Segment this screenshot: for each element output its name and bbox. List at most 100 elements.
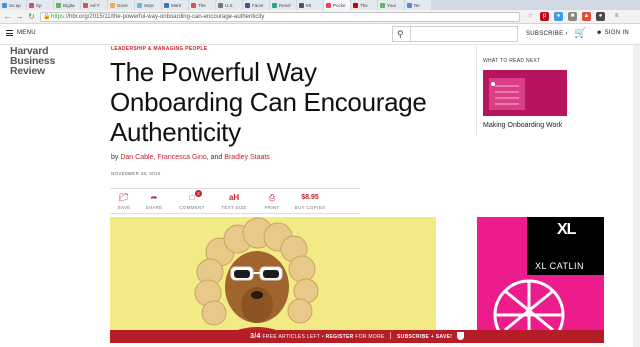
- tab-label: The: [198, 2, 206, 8]
- tab-label: Sp: [36, 2, 42, 8]
- for-more-label: FOR MORE: [355, 334, 385, 340]
- tab-favicon-icon: [245, 2, 250, 8]
- hamburger-icon: [6, 30, 13, 36]
- tab-favicon-icon: [137, 2, 142, 8]
- browser-tab[interactable]: The: [351, 0, 377, 10]
- browser-tab[interactable]: Gove: [108, 0, 134, 10]
- tab-label: U.S.: [225, 2, 234, 8]
- buy-copies-button[interactable]: $8.95 BUY COPIES: [292, 193, 328, 210]
- cart-icon[interactable]: 🛒: [574, 28, 586, 39]
- print-icon: ⎙: [268, 193, 276, 202]
- tab-label: Marit: [171, 2, 181, 8]
- browser-tab[interactable]: Mt: [297, 0, 323, 10]
- browser-tab[interactable]: Your: [378, 0, 404, 10]
- menu-button[interactable]: MENU: [6, 30, 36, 36]
- site-header: MENU ⚲ SUBSCRIBE › 🛒 ☻ SIGN IN: [0, 24, 640, 45]
- extension-icon[interactable]: ▲: [582, 12, 591, 21]
- tab-label: Facet: [252, 2, 264, 8]
- sign-in-link[interactable]: ☻ SIGN IN: [596, 30, 629, 36]
- browser-tab[interactable]: Marit: [162, 0, 188, 10]
- logo-line: Review: [10, 65, 45, 77]
- search-icon[interactable]: ⚲: [397, 29, 404, 40]
- reload-icon[interactable]: ↻: [27, 12, 36, 21]
- wheel-graphic: [493, 279, 565, 330]
- price: $8.95: [301, 194, 319, 201]
- text-size-label: TEXT SIZE: [221, 205, 247, 210]
- article-toolbar: 📁︎ SAVE ➦ SHARE □ 2 COMMENT aH TEXT SIZE…: [110, 188, 360, 214]
- tab-favicon-icon: [272, 2, 277, 8]
- related-article-thumbnail[interactable]: [483, 70, 567, 116]
- url-path: ://hbr.org/2015/11/the-powerful-way-onbo…: [64, 14, 265, 20]
- tab-favicon-icon: [2, 2, 7, 8]
- subscribe-link[interactable]: SUBSCRIBE ›: [526, 31, 568, 37]
- browser-tab[interactable]: Sepc: [135, 0, 161, 10]
- browser-tab[interactable]: Digita: [54, 0, 80, 10]
- sidebar-divider: [476, 46, 477, 136]
- browser-tab[interactable]: So ap: [0, 0, 26, 10]
- tab-favicon-icon: [191, 2, 196, 8]
- browser-tab[interactable]: U.S.: [216, 0, 242, 10]
- pinterest-icon[interactable]: p: [540, 12, 549, 21]
- browser-tab[interactable]: The: [189, 0, 215, 10]
- tab-label: Sepc: [144, 2, 155, 8]
- tab-favicon-icon: [299, 2, 304, 8]
- related-article-link[interactable]: Making Onboarding Work: [483, 122, 562, 129]
- tab-favicon-icon: [407, 2, 412, 8]
- forward-icon[interactable]: →: [15, 12, 24, 21]
- browser-tab[interactable]: Facet: [243, 0, 269, 10]
- tab-favicon-icon: [56, 2, 61, 8]
- browser-tab[interactable]: Sp: [27, 0, 53, 10]
- star-icon[interactable]: ☆: [526, 12, 535, 21]
- comment-count-badge: 2: [195, 190, 202, 197]
- print-label: PRINT: [264, 205, 280, 210]
- hbr-logo[interactable]: Harvard Business Review: [10, 46, 55, 77]
- tab-favicon-icon: [326, 2, 331, 8]
- what-to-read-next-heading: WHAT TO READ NEXT: [483, 58, 541, 64]
- article-category-link[interactable]: LEADERSHIP & MANAGING PEOPLE: [111, 46, 207, 52]
- author-link[interactable]: Francesca Gino: [157, 154, 206, 161]
- extension-icon[interactable]: ■: [568, 12, 577, 21]
- text-size-button[interactable]: aH TEXT SIZE: [216, 193, 252, 210]
- browser-tab[interactable]: Resol: [270, 0, 296, 10]
- comment-button[interactable]: □ 2 COMMENT: [174, 190, 210, 210]
- extension-icon[interactable]: ●: [596, 12, 605, 21]
- browser-toolbar: ← → ↻ 🔒 https://hbr.org/2015/11/the-powe…: [0, 10, 640, 24]
- address-bar[interactable]: 🔒 https://hbr.org/2015/11/the-powerful-w…: [40, 12, 520, 22]
- author-link[interactable]: Bradley Staats: [224, 154, 270, 161]
- byline-prefix: by: [111, 154, 119, 161]
- back-icon[interactable]: ←: [3, 12, 12, 21]
- dog-in-wig-illustration: [110, 217, 436, 337]
- byline: by Dan Cable, Francesca Gino, and Bradle…: [111, 154, 270, 161]
- byline-and: and: [210, 154, 223, 161]
- tab-favicon-icon: [380, 2, 385, 8]
- article-hero-image: [110, 217, 436, 337]
- subscribe-save-link[interactable]: SUBSCRIBE + SAVE!: [397, 334, 452, 340]
- articles-left-label: FREE ARTICLES LEFT: [262, 334, 321, 340]
- browser-tab[interactable]: Re: [405, 0, 431, 10]
- article-title: The Powerful Way Onboarding Can Encourag…: [110, 57, 427, 147]
- share-button[interactable]: ➦ SHARE: [136, 193, 172, 210]
- tab-label: The: [360, 2, 368, 8]
- search-input[interactable]: ⚲: [392, 26, 518, 42]
- chrome-menu-icon[interactable]: ≡: [612, 12, 621, 21]
- share-icon: ➦: [150, 193, 158, 202]
- advertisement[interactable]: XL XL CATLIN: [477, 217, 604, 330]
- register-link[interactable]: REGISTER: [326, 334, 354, 340]
- comment-icon: □: [189, 193, 195, 202]
- buy-copies-label: BUY COPIES: [294, 205, 326, 210]
- tab-label: Gove: [117, 2, 128, 8]
- url-scheme: https: [51, 14, 65, 20]
- text-size-icon: aH: [228, 193, 240, 202]
- tab-label: Resol: [279, 2, 291, 8]
- author-link[interactable]: Dan Cable: [120, 154, 153, 161]
- harvard-shield-icon: [456, 332, 464, 340]
- tab-label: Mt: [306, 2, 311, 8]
- browser-tab[interactable]: Ad Y: [81, 0, 107, 10]
- page-scrollbar[interactable]: [633, 45, 640, 347]
- browser-tab[interactable]: Pocke: [324, 0, 350, 10]
- extension-icon[interactable]: ●: [554, 12, 563, 21]
- print-button[interactable]: ⎙ PRINT: [254, 193, 290, 210]
- tab-favicon-icon: [218, 2, 223, 8]
- menu-label: MENU: [17, 30, 36, 36]
- metered-paywall-bar: 3/4 FREE ARTICLES LEFT • REGISTER FOR MO…: [110, 330, 604, 343]
